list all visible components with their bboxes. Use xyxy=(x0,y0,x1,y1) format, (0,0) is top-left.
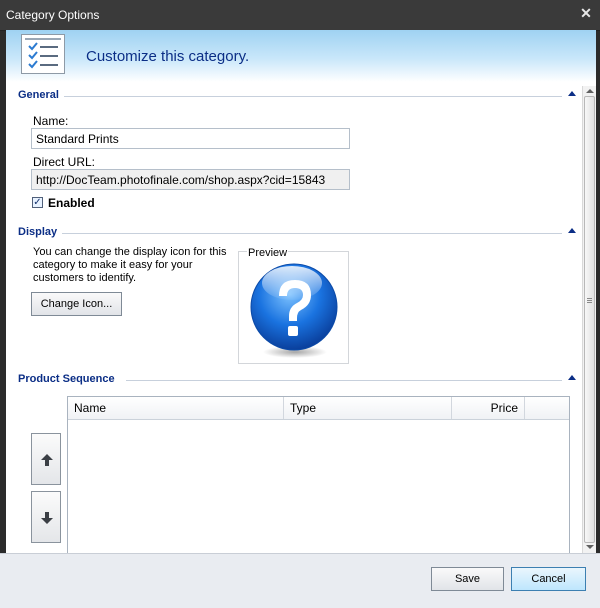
move-up-button[interactable] xyxy=(31,433,61,485)
column-header-type[interactable]: Type xyxy=(284,397,452,419)
enabled-label: Enabled xyxy=(48,196,95,210)
section-divider xyxy=(62,233,562,234)
close-icon[interactable]: ✕ xyxy=(578,5,594,21)
general-section-header: General xyxy=(18,89,576,105)
column-header-name[interactable]: Name xyxy=(68,397,284,419)
product-sequence-section-header: Product Sequence xyxy=(18,373,576,389)
general-section-title: General xyxy=(18,89,59,101)
name-input[interactable] xyxy=(31,128,350,149)
dialog-body: Customize this category. General Name: D… xyxy=(6,30,596,553)
title-bar: Category Options ✕ xyxy=(0,0,600,31)
change-icon-button[interactable]: Change Icon... xyxy=(31,292,122,316)
header-text: Customize this category. xyxy=(86,48,250,65)
vertical-scrollbar[interactable] xyxy=(582,86,596,553)
column-header-price[interactable]: Price xyxy=(452,397,525,419)
product-table[interactable]: Name Type Price xyxy=(67,396,570,553)
scroll-down-icon[interactable] xyxy=(586,545,594,549)
button-bar: Save Cancel xyxy=(0,553,600,608)
scrollbar-thumb[interactable] xyxy=(584,96,595,543)
question-mark-icon xyxy=(250,263,338,358)
checklist-icon xyxy=(21,34,65,74)
url-label: Direct URL: xyxy=(33,155,96,169)
display-description: You can change the display icon for this… xyxy=(33,246,227,284)
collapse-icon[interactable] xyxy=(568,375,576,380)
collapse-icon[interactable] xyxy=(568,228,576,233)
column-header-filler xyxy=(525,397,569,419)
display-section-header: Display xyxy=(18,226,576,242)
dialog-header: Customize this category. xyxy=(6,30,596,82)
enabled-checkbox[interactable]: ✓ xyxy=(32,197,43,208)
section-divider xyxy=(64,96,562,97)
window-title: Category Options xyxy=(6,8,100,22)
scroll-up-icon[interactable] xyxy=(586,89,594,93)
arrow-up-icon xyxy=(41,454,53,466)
cancel-button[interactable]: Cancel xyxy=(511,567,586,591)
name-label: Name: xyxy=(33,114,69,128)
move-down-button[interactable] xyxy=(31,491,61,543)
collapse-icon[interactable] xyxy=(568,91,576,96)
table-header: Name Type Price xyxy=(68,397,569,420)
display-section-title: Display xyxy=(18,226,58,238)
arrow-down-icon xyxy=(41,512,53,524)
save-button[interactable]: Save xyxy=(431,567,504,591)
preview-box: Preview xyxy=(238,247,349,364)
section-divider xyxy=(126,380,562,381)
direct-url-field[interactable] xyxy=(31,169,350,190)
product-sequence-section-title: Product Sequence xyxy=(18,373,115,385)
